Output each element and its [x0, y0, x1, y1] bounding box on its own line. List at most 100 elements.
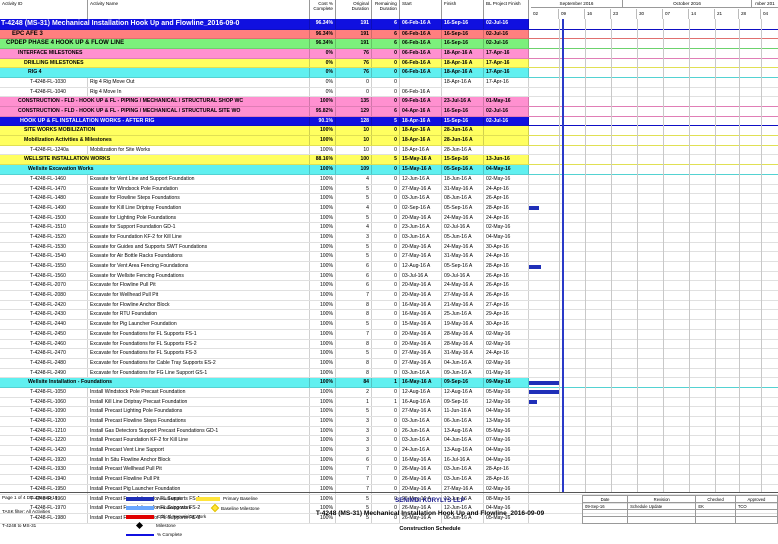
activity-row[interactable]: T-4248-FL-2480 Excavate for Foundations f…	[0, 358, 778, 369]
activity-row[interactable]: T-4248-FL-2460 Excavate for Foundations f…	[0, 339, 778, 350]
activity-bar[interactable]	[529, 264, 541, 269]
bl-finish-cell: 29-Apr-16	[484, 310, 529, 320]
finish-cell: 28-Jun-16 A	[442, 145, 484, 155]
activity-row[interactable]: T-4248-FL-2430 Excavate for RTU Foundatio…	[0, 310, 778, 321]
activity-row[interactable]: T-4248-FL-2070 Excavate for Flowline Pull…	[0, 281, 778, 292]
activity-row[interactable]: T-4248-FL-1060 Install Kill Line Driptray…	[0, 397, 778, 408]
activity-row[interactable]: T-4248-FL-1240a Mobilization for Site Wor…	[0, 145, 778, 156]
activity-row[interactable]: T-4248-FL-1940 Install Precast Flowline P…	[0, 475, 778, 485]
activity-row[interactable]: T-4248-FL-1200 Install Precast Flowline S…	[0, 417, 778, 427]
gantt-cell	[529, 185, 778, 194]
week-label: 02	[531, 9, 559, 19]
activity-row[interactable]: T-4248-FL-2440 Excavate for Pig Launcher …	[0, 320, 778, 330]
activity-id-cell: T-4248-FL-1930	[0, 465, 88, 475]
col-cost-pct[interactable]: Cost % Complete	[310, 0, 336, 19]
finish-cell: 03-Jun-16 A	[442, 475, 484, 484]
wbs-band-row[interactable]: CONSTRUCTION - FLD - HOOK UP & FL - PIPI…	[0, 107, 778, 117]
activity-name-cell: Exavate for Support Foundation GD-1	[88, 223, 310, 232]
start-cell: 26-May-16 A	[400, 465, 442, 475]
finish-cell: 25-Jun-16 A	[442, 310, 484, 320]
activity-row[interactable]: T-4248-FL-1550 Exavate for Vent Area Fenc…	[0, 262, 778, 272]
activity-row[interactable]: T-4248-FL-1480 Exavate for Flowline Steps…	[0, 194, 778, 204]
col-orig-dur[interactable]: Original Duration	[336, 0, 372, 19]
activity-bar[interactable]	[529, 380, 559, 385]
wbs-band-row[interactable]: RIG 4 0% 76 0 06-Feb-16 A 18-Apr-16 A 17-Apr-1…	[0, 68, 778, 78]
activity-row[interactable]: T-4248-FL-1220 Install Precast Foundation…	[0, 436, 778, 447]
start-cell: 20-May-16 A	[400, 291, 442, 300]
rem-dur-cell: 0	[372, 165, 400, 174]
activity-bar[interactable]	[529, 206, 539, 211]
finish-cell: 09-Jul-16 A	[442, 271, 484, 281]
rem-dur-cell: 0	[372, 358, 400, 368]
activity-row[interactable]: T-4248-FL-1460 Exavate for Vent Line and …	[0, 174, 778, 185]
wbs-band-row[interactable]: Mobilization Activities & Milestones 100%…	[0, 136, 778, 146]
activity-row[interactable]: T-4248-FL-1930 Install Precast Wellhead P…	[0, 465, 778, 476]
start-cell: 20-May-16 A	[400, 213, 442, 223]
activity-row[interactable]: T-4248-FL-1050 Install Windstock Pole Pre…	[0, 387, 778, 398]
activity-name-cell: Install Precast Wellhead Pull Pit	[88, 465, 310, 475]
wbs-band-row[interactable]: HOOK UP & FL INSTALLATION WORKS - AFTER …	[0, 116, 778, 127]
wbs-band-row[interactable]: EPC AFE 3 96.34% 191 6 06-Feb-16 A 16-Sep-16 0…	[0, 29, 778, 40]
activity-row[interactable]: T-4248-FL-1040 Rig 4 Move In 0% 0 0 06-Feb-16…	[0, 87, 778, 98]
activity-row[interactable]: T-4248-FL-2490 Excavate for Foundations f…	[0, 368, 778, 379]
start-cell: 03-Jun-16 A	[400, 417, 442, 426]
data-date-line	[562, 19, 564, 492]
wbs-band-row[interactable]: Wellsite Excavation Works 100% 109 0 15-May-…	[0, 165, 778, 175]
col-finish[interactable]: Finish	[442, 0, 484, 19]
finish-cell: 12-Aug-16 A	[442, 387, 484, 397]
activity-bar[interactable]	[529, 390, 560, 395]
activity-row[interactable]: T-4248-FL-1560 Exavate for Wellsite Fenci…	[0, 271, 778, 282]
col-activity-name[interactable]: Activity Name	[88, 0, 310, 19]
wbs-band-row[interactable]: DRILLING MILESTONES 0% 76 0 06-Feb-16 A 18-Ap…	[0, 58, 778, 69]
orig-dur-cell: 76	[336, 68, 372, 77]
start-cell: 06-Feb-16 A	[400, 58, 442, 68]
activity-row[interactable]: T-4248-FL-1090 Install Precast Lighting P…	[0, 407, 778, 417]
wbs-band-row[interactable]: CPDEP PHASE 4 HOOK UP & FLOW LINE 96.34% 1…	[0, 39, 778, 49]
col-rem-dur[interactable]: Remaining Duration	[372, 0, 400, 19]
rem-dur-cell: 0	[372, 242, 400, 252]
activity-row[interactable]: T-4248-FL-1210 Install Gas Detectors Supp…	[0, 426, 778, 437]
activity-row[interactable]: T-4248-FL-1030 Rig 4 Rig Move Out 0% 0 0 18-A…	[0, 77, 778, 88]
wbs-band-row[interactable]: Wellsite Installation - Foundations 100% 8…	[0, 378, 778, 388]
activity-row[interactable]: T-4248-FL-1510 Exavate for Support Founda…	[0, 223, 778, 233]
activity-id-cell: HOOK UP & FL INSTALLATION WORKS - AFTER …	[0, 116, 310, 126]
rem-dur-cell: 0	[372, 262, 400, 271]
activity-row[interactable]: T-4248-FL-1920 Install In Situ Flowline A…	[0, 455, 778, 466]
gantt-cell	[529, 446, 778, 455]
week-label: 04	[763, 11, 769, 16]
activity-row[interactable]: T-4248-FL-1490 Exavate for Kill Line Drip…	[0, 203, 778, 214]
gantt-cell	[529, 223, 778, 232]
activity-row[interactable]: T-4248-FL-1530 Exavate for Guides and Sup…	[0, 242, 778, 253]
rem-dur-cell: 0	[372, 48, 400, 58]
legend-label: % Complete	[157, 532, 183, 537]
wbs-band-row[interactable]: INTERFACE MILESTONES 0% 76 0 06-Feb-16 A 18-A…	[0, 48, 778, 59]
activity-row[interactable]: T-4248-FL-1470 Exavate for Windsock Pole …	[0, 184, 778, 195]
wbs-band-row[interactable]: SITE WORKS MOBILIZATION 100% 10 0 18-Apr-16 …	[0, 126, 778, 137]
activity-row[interactable]: T-4248-FL-2450 Excavate for Foundations f…	[0, 329, 778, 340]
col-bl-finish[interactable]: BL Project Finish	[484, 0, 529, 19]
wbs-band-row[interactable]: T-4248 (MS-31) Mechanical Installation H…	[0, 19, 778, 30]
activity-row[interactable]: T-4248-FL-2080 Excavate for Wellhead Pull…	[0, 291, 778, 301]
activity-id-cell: T-4248-FL-1500	[0, 213, 88, 223]
activity-row[interactable]: T-4248-FL-2470 Excavate for Foundations f…	[0, 349, 778, 359]
col-start[interactable]: Start	[400, 0, 442, 19]
activity-row[interactable]: T-4248-FL-1420 Install Precast Vent Line …	[0, 446, 778, 456]
activity-row[interactable]: T-4248-FL-1520 Exavate for Foundation KF-…	[0, 232, 778, 243]
legend-swatch	[126, 533, 154, 536]
finish-cell: 15-Sep-16	[442, 116, 484, 126]
cost-pct-cell: 100%	[310, 203, 336, 213]
activity-row[interactable]: T-4248-FL-1500 Exavate for Lighting Pole …	[0, 213, 778, 224]
activity-name-cell: Install Precast Flowline Steps Foundatio…	[88, 417, 310, 426]
rev-date: 09-Sep-16	[581, 502, 629, 510]
activity-bar[interactable]	[529, 400, 537, 405]
wbs-band-row[interactable]: WELLSITE INSTALLATION WORKS 88.16% 100 5 15-…	[0, 155, 778, 166]
activity-row[interactable]: T-4248-FL-2420 Excavate for Flowline Anch…	[0, 300, 778, 311]
bl-finish-cell: 05-May-16	[484, 387, 529, 397]
cost-pct-cell: 100%	[310, 136, 336, 145]
col-activity-id[interactable]: Activity ID	[0, 0, 88, 19]
activity-row[interactable]: T-4248-FL-1540 Exavate for Air Bottle Rac…	[0, 252, 778, 262]
wbs-band-row[interactable]: CONSTRUCTION - FLD - HOOK UP & FL - PIPI…	[0, 97, 778, 107]
report-title: T-4248 (MS-31) Mechanical Installation H…	[315, 510, 545, 517]
finish-cell: 18-Apr-16 A	[442, 58, 484, 68]
activity-id-cell: T-4248-FL-1030	[0, 77, 88, 87]
